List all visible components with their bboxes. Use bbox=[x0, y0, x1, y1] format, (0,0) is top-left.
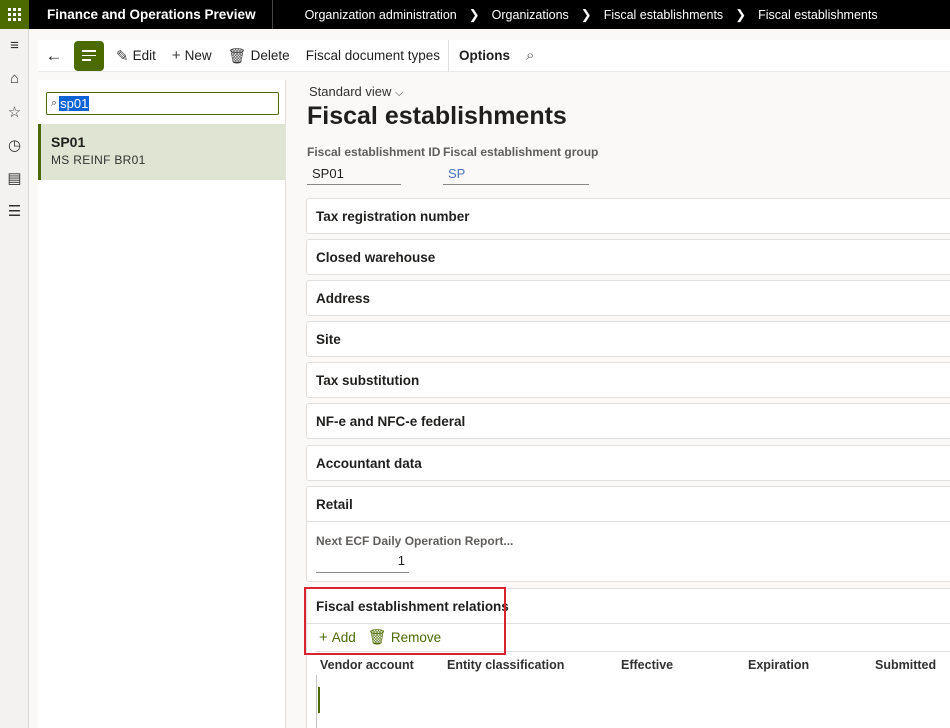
fiscal-document-types-button[interactable]: Fiscal document types bbox=[298, 40, 448, 72]
column-header-effective[interactable]: Effective bbox=[621, 658, 673, 672]
fasttab-retail: Retail Next ECF Daily Operation Report..… bbox=[306, 486, 950, 582]
relations-grid-body[interactable] bbox=[316, 675, 950, 728]
fiscal-establishment-id-input[interactable]: SP01 bbox=[307, 164, 401, 185]
top-bar: Finance and Operations Preview Organizat… bbox=[0, 0, 950, 29]
column-header-entity-classification[interactable]: Entity classification bbox=[447, 658, 564, 672]
plus-icon: + bbox=[171, 47, 181, 64]
chevron-right-icon: ❯ bbox=[468, 6, 480, 22]
next-ecf-report-input[interactable]: 1 bbox=[316, 553, 409, 573]
action-pane: ← ✎ Edit + New 🗑︎ Delete Fiscal document… bbox=[38, 39, 950, 72]
options-tab[interactable]: Options bbox=[448, 39, 518, 72]
nav-rail: ≡ ⌂ ☆ ◷ ▤ ☰ bbox=[0, 29, 29, 728]
new-button-label: New bbox=[184, 48, 212, 63]
back-button[interactable]: ← bbox=[38, 40, 70, 72]
list-icon bbox=[82, 50, 96, 61]
new-button[interactable]: + New bbox=[164, 40, 220, 72]
app-launcher-button[interactable] bbox=[0, 0, 29, 29]
modules-list-icon[interactable]: ☰ bbox=[0, 194, 29, 227]
column-header-vendor-account[interactable]: Vendor account bbox=[320, 658, 414, 672]
fiscal-establishment-group-input[interactable]: SP bbox=[443, 164, 589, 185]
app-title[interactable]: Finance and Operations Preview bbox=[29, 0, 273, 29]
chevron-right-icon: ❯ bbox=[735, 6, 747, 22]
edit-button-label: Edit bbox=[132, 48, 156, 63]
fiscal-establishment-id-field: Fiscal establishment ID SP01 bbox=[307, 145, 440, 185]
fasttab-closed-warehouse[interactable]: Closed warehouse bbox=[306, 239, 950, 275]
chevron-right-icon: ❯ bbox=[580, 6, 592, 22]
recent-clock-icon[interactable]: ◷ bbox=[0, 128, 29, 161]
breadcrumb-item[interactable]: Fiscal establishments bbox=[604, 8, 724, 22]
row-selection-marker bbox=[318, 687, 320, 713]
breadcrumb-item[interactable]: Organization administration bbox=[305, 8, 457, 22]
fasttab-site[interactable]: Site bbox=[306, 321, 950, 357]
pencil-icon: ✎ bbox=[116, 47, 129, 65]
column-header-submitted[interactable]: Submitted bbox=[875, 658, 936, 672]
field-label: Fiscal establishment group bbox=[443, 145, 599, 159]
home-icon[interactable]: ⌂ bbox=[0, 62, 29, 95]
breadcrumb: Organization administration ❯ Organizati… bbox=[305, 7, 878, 23]
fasttab-accountant-data[interactable]: Accountant data bbox=[306, 445, 950, 481]
field-label: Fiscal establishment ID bbox=[307, 145, 441, 159]
fasttab-tax-substitution[interactable]: Tax substitution bbox=[306, 362, 950, 398]
fasttab-address[interactable]: Address bbox=[306, 280, 950, 316]
filter-value: sp01 bbox=[59, 96, 90, 111]
waffle-icon bbox=[8, 8, 21, 21]
search-button[interactable]: ⌕ bbox=[518, 40, 546, 72]
trash-icon: 🗑︎ bbox=[227, 47, 247, 65]
fasttab-tax-registration-number[interactable]: Tax registration number bbox=[306, 198, 950, 234]
delete-button-label: Delete bbox=[250, 48, 290, 63]
fiscal-establishment-group-field: Fiscal establishment group SP bbox=[443, 145, 598, 185]
list-item-subtitle: MS REINF BR01 bbox=[51, 153, 146, 167]
next-ecf-report-label: Next ECF Daily Operation Report... bbox=[316, 534, 514, 548]
page-title: Fiscal establishments bbox=[307, 102, 567, 130]
chevron-down-icon: ⌵ bbox=[395, 87, 404, 99]
list-item[interactable]: SP01 MS REINF BR01 bbox=[38, 124, 286, 180]
view-selector-label: Standard view bbox=[309, 84, 392, 99]
list-filter-input[interactable]: ⌕ sp01 bbox=[46, 92, 279, 115]
fasttab-nfe-federal[interactable]: NF-e and NFC-e federal bbox=[306, 403, 950, 439]
favorites-star-icon[interactable]: ☆ bbox=[0, 95, 29, 128]
highlight-annotation-box bbox=[304, 587, 506, 655]
search-icon: ⌕ bbox=[526, 47, 535, 64]
delete-button[interactable]: 🗑︎ Delete bbox=[220, 40, 298, 72]
view-selector[interactable]: Standard view ⌵ bbox=[309, 84, 403, 100]
breadcrumb-item[interactable]: Organizations bbox=[492, 8, 569, 22]
breadcrumb-item[interactable]: Fiscal establishments bbox=[758, 8, 878, 22]
fasttab-retail-header[interactable]: Retail bbox=[307, 487, 950, 522]
column-header-expiration[interactable]: Expiration bbox=[748, 658, 809, 672]
search-icon: ⌕ bbox=[51, 97, 58, 109]
hamburger-icon[interactable]: ≡ bbox=[0, 29, 29, 62]
edit-button[interactable]: ✎ Edit bbox=[108, 40, 164, 72]
show-list-button[interactable] bbox=[74, 40, 104, 71]
list-pane: ⌕ sp01 SP01 MS REINF BR01 bbox=[38, 80, 286, 728]
workspaces-icon[interactable]: ▤ bbox=[0, 161, 29, 194]
list-item-title: SP01 bbox=[51, 134, 86, 150]
